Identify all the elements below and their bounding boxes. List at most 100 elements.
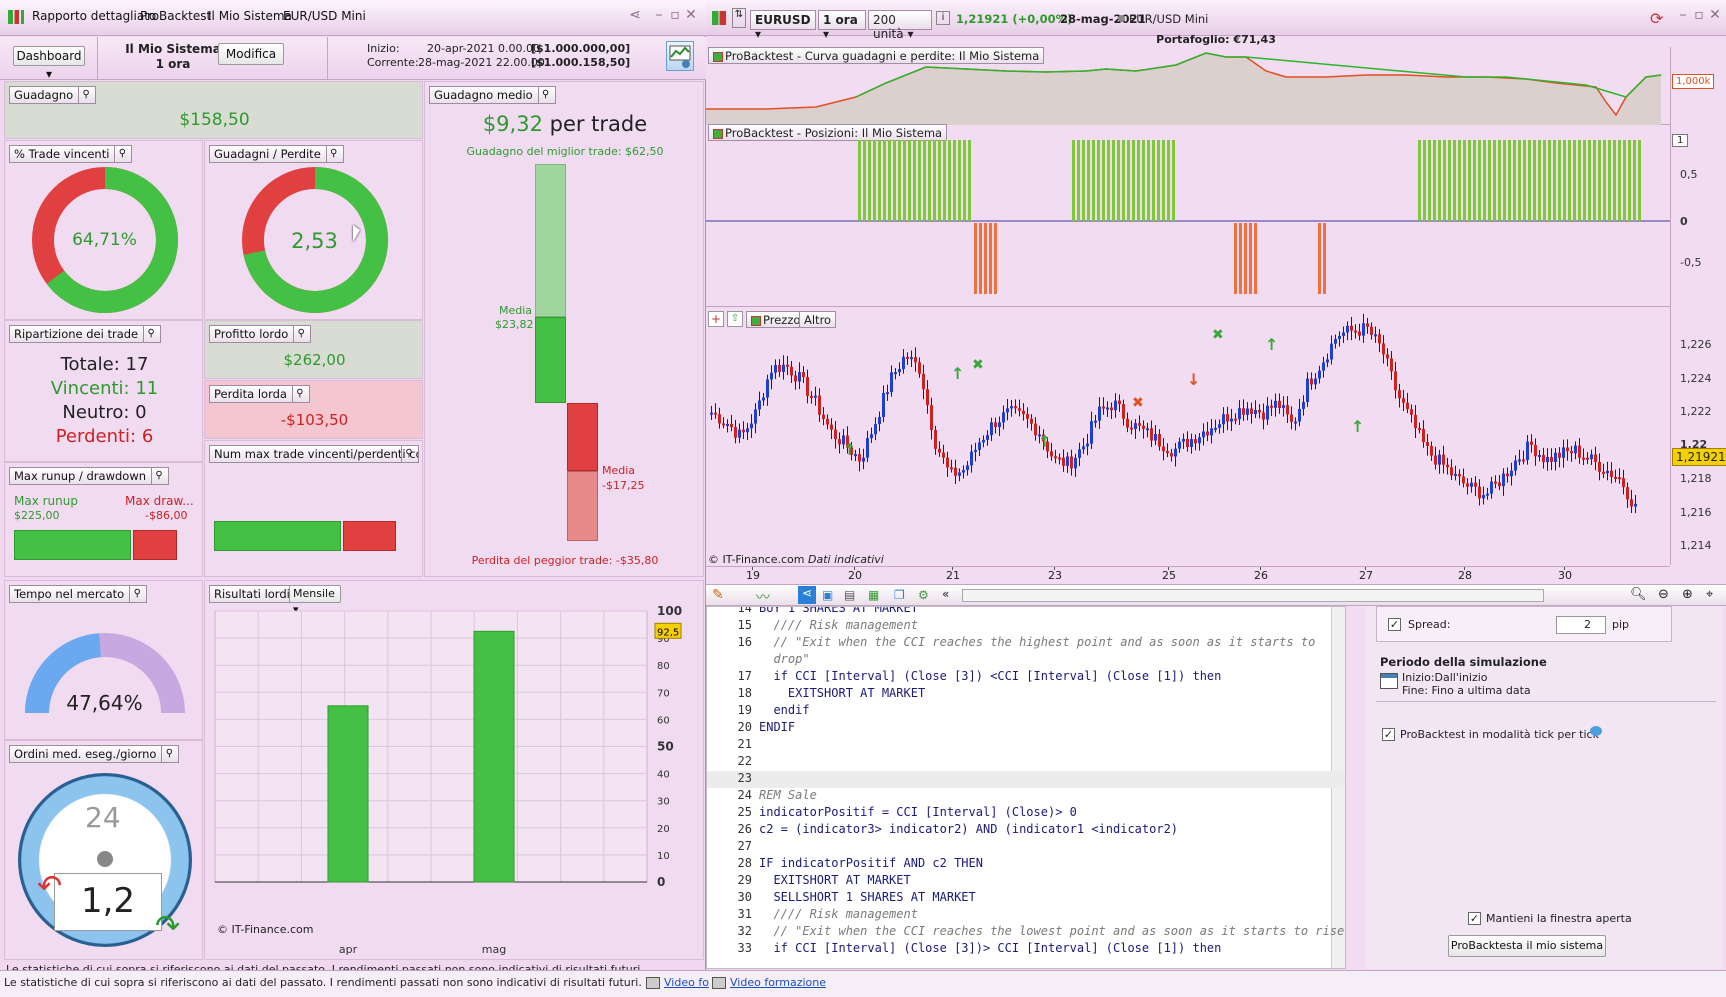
price-candle [922, 373, 925, 390]
calendar-icon[interactable] [1380, 673, 1398, 689]
maximize-icon[interactable]: ▫ [1692, 8, 1706, 22]
price-candle [1082, 446, 1085, 450]
lock-icon[interactable]: ⇅ [732, 8, 746, 28]
price-candle [970, 451, 973, 466]
refresh-icon[interactable]: ⟳ [1650, 9, 1663, 28]
avg-win-bar [535, 317, 566, 403]
trade-exit-mark: ✖ [972, 357, 984, 373]
price-candle [1014, 406, 1017, 409]
close-icon[interactable]: ✕ [684, 8, 698, 22]
dashboard-dropdown[interactable]: Dashboard ▾ [13, 46, 85, 81]
price-candle [1194, 439, 1197, 444]
gain-panel: Guadagno ⚲ $158,50 [4, 81, 423, 139]
price-candle [1354, 330, 1357, 333]
line-tool-icon[interactable]: 〰 [756, 587, 770, 607]
share-icon[interactable]: ⋖ [628, 8, 642, 22]
code-editor[interactable]: 14 BUY 1 SHARES AT MARKET 15 //// Risk man… [706, 606, 1346, 969]
settings-icon[interactable]: ⚙ [918, 588, 929, 602]
tab-detailed-report[interactable]: Rapporto dettagliato [32, 9, 156, 23]
video-link[interactable]: Video fo [664, 976, 709, 989]
code-line: 14 BUY 1 SHARES AT MARKET [707, 606, 1345, 618]
share-tool-icon[interactable]: ⋖ [798, 586, 816, 604]
tab-probacktest[interactable]: ProBacktest [140, 9, 211, 23]
pin-icon[interactable]: ⚲ [325, 146, 341, 162]
pin-icon[interactable]: ⚲ [161, 746, 176, 762]
price-candle [1202, 431, 1205, 438]
code-text: BUY 1 SHARES AT MARKET [759, 606, 918, 615]
code-line: 32 // "Exit when the CCI reaches the low… [707, 924, 1345, 941]
position-bar [1102, 140, 1105, 221]
position-bar [938, 140, 941, 221]
price-candle [1322, 362, 1325, 371]
pin-icon[interactable]: ⚲ [151, 468, 166, 484]
price-candle [1118, 400, 1121, 405]
minimize-icon[interactable]: – [1676, 8, 1690, 22]
run-backtest-button[interactable]: ProBacktesta il mio sistema [1448, 935, 1606, 957]
gross-profit-panel: Profitto lordo ⚲ $262,00 [204, 320, 423, 379]
code-line: 17 if CCI [Interval] (Close [3]) <CCI [I… [707, 669, 1345, 686]
price-candle [1262, 412, 1265, 420]
price-candle [934, 430, 937, 449]
window-icon[interactable]: ❐ [894, 588, 905, 602]
spread-input[interactable]: 2 [1556, 616, 1606, 634]
price-candle [822, 414, 825, 419]
table-icon[interactable]: ▦ [868, 588, 879, 602]
list-icon[interactable]: ▤ [844, 588, 855, 602]
price-candle [990, 422, 993, 436]
scroll-first-icon[interactable]: « [942, 587, 949, 601]
pin-icon[interactable]: ⚲ [401, 446, 416, 462]
info-icon[interactable]: i [936, 11, 950, 25]
maximize-icon[interactable]: ▫ [668, 8, 682, 22]
pin-icon[interactable]: ⚲ [129, 586, 144, 602]
tab-instrument[interactable]: EUR/USD Mini [283, 9, 366, 23]
video-icon[interactable] [646, 977, 660, 989]
pin-icon[interactable]: ⚲ [114, 146, 129, 162]
pen-icon[interactable]: ✎ [712, 587, 724, 603]
video-icon[interactable] [712, 977, 726, 989]
chart-scrollbar[interactable] [962, 589, 1544, 602]
screenshot-icon[interactable]: ▣ [822, 588, 833, 602]
position-bar [1323, 223, 1326, 294]
position-bar [913, 140, 916, 221]
position-bar [1443, 140, 1446, 221]
report-settings-icon[interactable] [666, 41, 694, 71]
pin-icon[interactable]: ⚲ [537, 87, 553, 103]
units-selector[interactable]: 200 unità ▾ [868, 10, 932, 41]
line-number: 30 [737, 890, 752, 904]
tick-mode-checkbox[interactable]: ✓ [1382, 728, 1395, 741]
spread-checkbox[interactable]: ✓ [1388, 618, 1401, 631]
price-candle [1622, 478, 1625, 488]
price-candle [1270, 405, 1273, 408]
position-bar [984, 223, 987, 294]
price-candle [1562, 447, 1565, 458]
avg-win-label: Media [499, 304, 533, 317]
video-training-link[interactable]: Video formazione [730, 976, 826, 989]
pin-icon[interactable]: ⚲ [291, 386, 307, 402]
edit-button[interactable]: Modifica [218, 43, 284, 65]
position-bar [1458, 140, 1461, 221]
header-divider [327, 37, 328, 80]
keep-open-checkbox[interactable]: ✓ [1468, 912, 1481, 925]
price-candle [882, 392, 885, 417]
pin-icon[interactable]: ⚲ [293, 326, 308, 342]
pin-icon[interactable]: ⚲ [78, 87, 93, 103]
zoom-out-icon[interactable]: ⊖ [1658, 587, 1669, 602]
minimize-icon[interactable]: – [652, 8, 666, 22]
position-bar [903, 140, 906, 221]
zoom-search-icon[interactable]: 🔍︎ [1630, 587, 1647, 602]
zoom-in-icon[interactable]: ⊕ [1682, 587, 1693, 602]
crosshair-icon[interactable]: ⌖ [1706, 587, 1713, 602]
position-bar [1628, 140, 1631, 221]
symbol-selector[interactable]: EURUSD ▾ [750, 10, 816, 41]
tab-system[interactable]: Il Mio Sistema [208, 9, 292, 23]
drawing-toolbar: ✎ 〰 ⋖ ▣ ▤ ▦ ❐ ⚙ « 🔍︎ ⊖ ⊕ ⌖ [706, 584, 1726, 606]
trade-arrow: ↑ [951, 364, 964, 383]
close-icon[interactable]: ✕ [1708, 8, 1722, 22]
timeframe-selector[interactable]: 1 ora ▾ [818, 10, 866, 41]
price-candle [1086, 443, 1089, 447]
chat-bubble-icon[interactable] [1590, 726, 1602, 736]
position-bar [979, 223, 982, 294]
position-bar [1468, 140, 1471, 221]
pin-icon[interactable]: ⚲ [143, 326, 158, 342]
y-tick-label: 10 [657, 851, 670, 862]
